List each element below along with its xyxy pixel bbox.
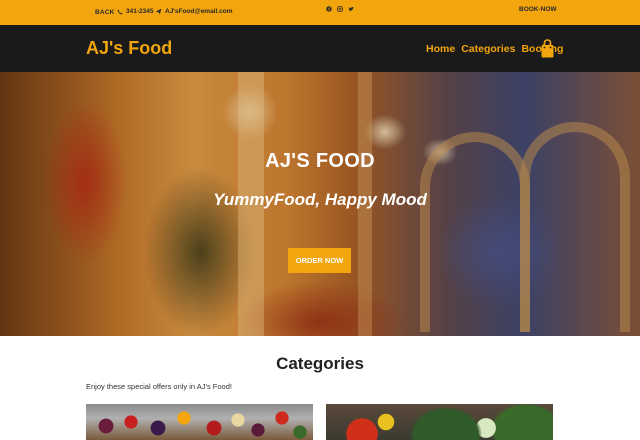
back-link[interactable]: BACK	[95, 9, 115, 16]
hero-title: AJ'S FOOD	[265, 150, 375, 172]
send-icon	[155, 8, 162, 15]
hero-banner: AJ'S FOOD YummyFood, Happy Mood ORDER NO…	[0, 72, 640, 336]
twitter-icon[interactable]	[348, 6, 354, 12]
hero-tagline: YummyFood, Happy Mood	[213, 190, 427, 209]
categories-heading: Categories	[276, 354, 364, 373]
categories-description: Enjoy these special offers only in AJ's …	[86, 382, 232, 391]
category-card-fruit[interactable]	[86, 404, 313, 440]
email-address: AJ'sFood@email.com	[165, 8, 233, 15]
shopping-bag-icon[interactable]	[541, 39, 554, 58]
main-navbar: AJ's Food Home Categories Booking	[0, 25, 640, 72]
category-card-vegetables[interactable]	[326, 404, 553, 440]
nav-link-home[interactable]: Home	[426, 43, 455, 55]
order-now-button[interactable]: ORDER NOW	[288, 248, 351, 273]
instagram-icon[interactable]	[337, 6, 343, 12]
phone-number: 341-2345	[126, 8, 154, 15]
phone-contact[interactable]: 341-2345	[117, 8, 153, 15]
nav-link-categories[interactable]: Categories	[461, 43, 515, 55]
phone-icon	[117, 9, 123, 14]
top-info-bar: BACK 341-2345 AJ'sFood@email.com BOOK-NO…	[0, 0, 640, 25]
facebook-icon[interactable]	[326, 6, 332, 12]
social-links	[326, 6, 354, 12]
email-contact[interactable]: AJ'sFood@email.com	[155, 8, 232, 15]
book-now-link[interactable]: BOOK-NOW	[519, 6, 557, 13]
brand-logo[interactable]: AJ's Food	[86, 38, 172, 59]
